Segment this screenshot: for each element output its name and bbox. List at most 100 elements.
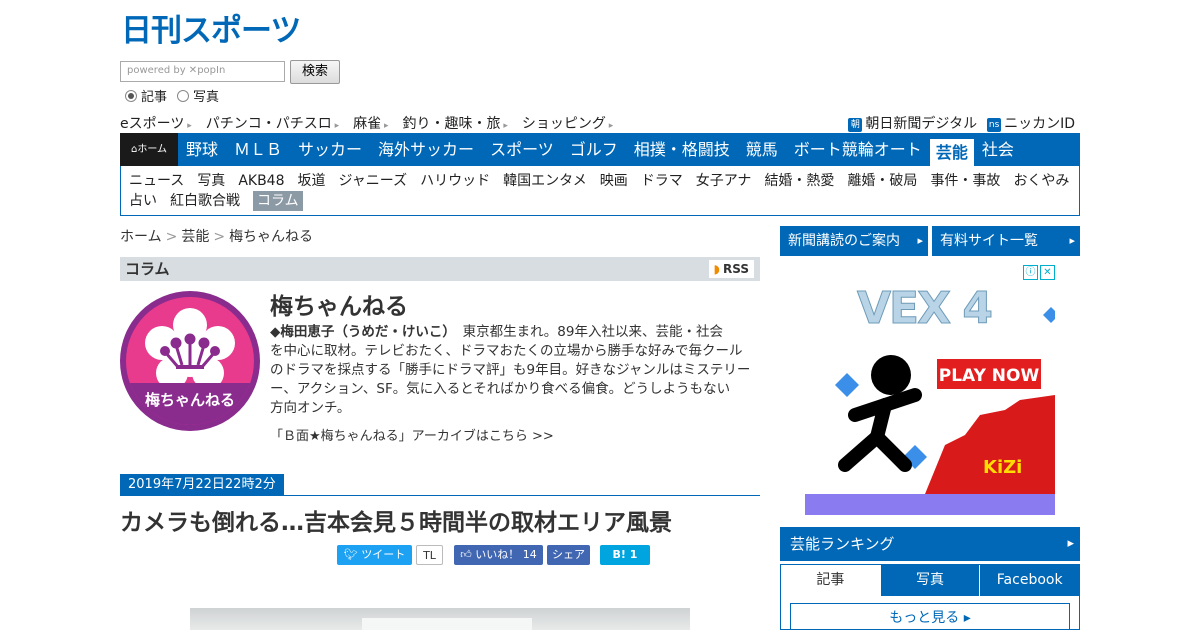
toplink-nikkan-id[interactable]: ns ニッカンID (987, 113, 1075, 133)
tab-facebook[interactable]: Facebook (979, 565, 1079, 596)
toplink-fishing[interactable]: 釣り・趣味・旅 (403, 113, 508, 133)
subnav-announcer[interactable]: 女子アナ (696, 171, 752, 191)
subnav-photo[interactable]: 写真 (197, 171, 225, 191)
article-date-bar: 2019年7月22日22時2分 (120, 474, 760, 496)
tab-photos[interactable]: 写真 (879, 565, 980, 596)
desc-line3: のドラマを採点する「勝手にドラマ評」も9年目。好きなジャンルはミステリー (270, 362, 751, 378)
rss-label: RSS (723, 262, 749, 276)
nav-entertainment[interactable]: 芸能 (929, 139, 974, 166)
breadcrumb-separator: > (165, 229, 178, 245)
article-photo[interactable] (190, 608, 690, 630)
desc-line2: を中心に取材。テレビおたく、ドラマおたくの立場から勝手な好みで毎クール (270, 343, 743, 359)
toplink-asahi[interactable]: 朝朝日新聞デジタル (848, 113, 977, 133)
tl-button[interactable]: TL (416, 545, 443, 565)
radio-photo-label: 写真 (193, 90, 220, 105)
ad-close-icon[interactable]: ✕ (1040, 265, 1055, 280)
subnav-incident[interactable]: 事件・事故 (930, 171, 1000, 191)
column-header-title: コラム (125, 260, 170, 278)
subnav-akb48[interactable]: AKB48 (238, 171, 284, 191)
hatena-bookmark-button[interactable]: B! 1 (600, 545, 650, 565)
rss-link[interactable]: ◗ RSS (708, 260, 754, 278)
more-label: もっと見る (889, 610, 960, 626)
subnav-korea[interactable]: 韓国エンタメ (503, 171, 587, 191)
nav-sports[interactable]: スポーツ (482, 133, 562, 166)
subnav-kohaku[interactable]: 紅白歌合戦 (170, 191, 240, 211)
subnav-sakamichi[interactable]: 坂道 (298, 171, 326, 191)
chevron-right-icon: ▸ (959, 610, 971, 626)
ad-cta: PLAY NOW (935, 357, 1043, 391)
desc-line5: 方向オンチ。 (270, 400, 351, 416)
nav-home[interactable]: ⌂ホーム (120, 133, 178, 166)
like-label: いいね！ 14 (475, 548, 537, 561)
ranking-tabs: 記事 写真 Facebook (781, 565, 1079, 596)
ranking-panel: 記事 写真 Facebook もっと見る ▸ (780, 564, 1080, 630)
subnav-movie[interactable]: 映画 (600, 171, 628, 191)
more-button[interactable]: もっと見る ▸ (790, 603, 1070, 630)
subnav-divorce[interactable]: 離婚・破局 (847, 171, 917, 191)
breadcrumb-separator: > (213, 229, 226, 245)
facebook-share-button[interactable]: シェア (547, 545, 590, 565)
subnav-fortune[interactable]: 占い (129, 191, 157, 211)
ad-brand: KiZi (983, 457, 1023, 478)
nav-world-soccer[interactable]: 海外サッカー (370, 133, 482, 166)
radio-article[interactable] (125, 89, 137, 102)
nav-boat[interactable]: ボート競輪オート (786, 133, 930, 166)
search-button[interactable]: 検索 (290, 60, 340, 84)
article-headline: カメラも倒れる…吉本会見５時間半の取材エリア風景 (120, 510, 672, 536)
ad-info-icon[interactable]: ⓘ (1023, 265, 1038, 280)
main-nav: ⌂ホーム 野球 ＭＬＢ サッカー 海外サッカー スポーツ ゴルフ 相撲・格闘技 … (120, 133, 1080, 166)
radio-photo[interactable] (177, 89, 190, 102)
tab-articles[interactable]: 記事 (781, 565, 880, 596)
subnav-news[interactable]: ニュース (129, 171, 184, 191)
nav-keiba[interactable]: 競馬 (738, 133, 786, 166)
site-logo[interactable]: 日刊スポーツ (121, 13, 319, 49)
radio-article-label: 記事 (141, 90, 168, 105)
ranking-header[interactable]: 芸能ランキング (780, 527, 1080, 561)
nikkan-id-icon: ns (987, 118, 1002, 132)
tweet-button[interactable]: 🐦︎ ツイート (337, 545, 412, 565)
nav-home-label: ホーム (137, 144, 168, 155)
toplink-nikkan-id-label: ニッカンID (1004, 116, 1075, 132)
breadcrumb-current: 梅ちゃんねる (229, 229, 314, 245)
subnav-johnnys[interactable]: ジャニーズ (339, 171, 408, 191)
toplink-esports[interactable]: eスポーツ (120, 113, 192, 133)
twitter-icon: 🐦︎ (343, 548, 362, 561)
desc-line1: 東京都生まれ。89年入社以来、芸能・社会 (462, 324, 723, 340)
subnav-drama[interactable]: ドラマ (641, 171, 683, 191)
toplink-asahi-label: 朝日新聞デジタル (865, 116, 978, 132)
article-date: 2019年7月22日22時2分 (120, 474, 284, 496)
rss-icon: ◗ (713, 262, 720, 276)
paid-sites-button[interactable]: 有料サイト一覧 (932, 226, 1080, 256)
column-description: ◆梅田恵子（うめだ・けいこ） 東京都生まれ。89年入社以来、芸能・社会 を中心に… (270, 323, 762, 418)
subnav-obituary[interactable]: おくやみ (1013, 171, 1069, 191)
like-button[interactable]: 👍︎ いいね！ 14 (454, 545, 543, 565)
subnav-column[interactable]: コラム (253, 191, 303, 211)
subnav-marriage[interactable]: 結婚・熱愛 (764, 171, 834, 191)
sub-nav: ニュース 写真 AKB48 坂道 ジャニーズ ハリウッド 韓国エンタメ 映画 ド… (120, 166, 1080, 216)
breadcrumb-entertainment[interactable]: 芸能 (181, 229, 209, 245)
ad-banner[interactable]: VEX 4 PLAY NOW KiZi ⓘ ✕ (805, 265, 1055, 515)
nav-society[interactable]: 社会 (974, 133, 1022, 166)
nav-soccer[interactable]: サッカー (290, 133, 370, 166)
ad-info-icons: ⓘ ✕ (1023, 265, 1055, 280)
breadcrumb-home[interactable]: ホーム (120, 229, 162, 245)
nav-baseball[interactable]: 野球 (178, 133, 226, 166)
archive-link[interactable]: 「Ｂ面★梅ちゃんねる」アーカイブはこちら >> (270, 425, 554, 444)
nav-golf[interactable]: ゴルフ (562, 133, 626, 166)
ad-title: VEX 4 (857, 283, 994, 335)
column-header-bar: コラム ◗ RSS (120, 257, 760, 281)
subnav-hollywood[interactable]: ハリウッド (420, 171, 490, 191)
search-input[interactable]: powered by ✕popIn (120, 61, 285, 82)
toplink-mahjong[interactable]: 麻雀 (353, 113, 388, 133)
nav-sumo[interactable]: 相撲・格闘技 (626, 133, 738, 166)
subscription-button[interactable]: 新聞講読のご案内 (780, 226, 928, 256)
author-name: ◆梅田恵子（うめだ・けいこ） (270, 324, 450, 340)
toplink-shopping[interactable]: ショッピング (522, 113, 613, 133)
plum-blossom-logo: 梅ちゃんねる (126, 297, 254, 425)
toplink-pachinko[interactable]: パチンコ・パチスロ (206, 113, 339, 133)
nav-mlb[interactable]: ＭＬＢ (226, 133, 290, 166)
search-type-radios: 記事 写真 (125, 86, 219, 105)
badge-label: 梅ちゃんねる (126, 383, 254, 425)
column-title: 梅ちゃんねる (270, 294, 408, 320)
tweet-label: ツイート (361, 548, 406, 561)
